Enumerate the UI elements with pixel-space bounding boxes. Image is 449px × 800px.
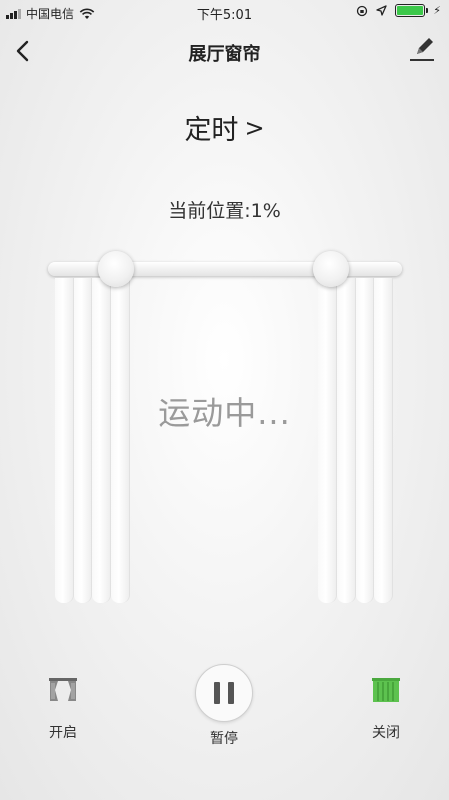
close-label: 关闭: [372, 725, 400, 741]
page-title: 展厅窗帘: [188, 44, 261, 65]
status-bar: 中国电信 下午5:01 ⚡: [0, 0, 449, 24]
charging-icon: ⚡: [433, 4, 441, 17]
pause-icon: [195, 664, 253, 722]
pause-label: 暂停: [210, 731, 238, 747]
current-position: 当前位置:1%: [168, 200, 281, 222]
chevron-right-icon: >: [244, 113, 265, 142]
status-right: ⚡: [356, 4, 441, 17]
orientation-lock-icon: [357, 5, 368, 16]
motion-status: 运动中...: [158, 394, 291, 432]
battery-icon: [395, 4, 429, 17]
curtain-handle-left[interactable]: [98, 251, 134, 287]
pencil-icon: [410, 38, 434, 61]
timer-label: 定时: [184, 115, 239, 146]
nav-bar: 展厅窗帘: [0, 28, 449, 76]
curtain-open-icon: [49, 678, 77, 701]
edit-button[interactable]: [407, 34, 437, 64]
close-button[interactable]: 关闭: [341, 670, 431, 742]
curtain-panel-left: [55, 278, 130, 603]
timer-link[interactable]: 定时 >: [0, 108, 449, 147]
open-button[interactable]: 开启: [18, 670, 108, 742]
open-label: 开启: [49, 725, 77, 741]
curtain-closed-icon: [372, 678, 400, 702]
curtain-panel-right: [318, 278, 393, 603]
pause-button[interactable]: 暂停: [179, 664, 269, 748]
curtain-handle-right[interactable]: [313, 251, 349, 287]
location-icon: [376, 5, 387, 16]
